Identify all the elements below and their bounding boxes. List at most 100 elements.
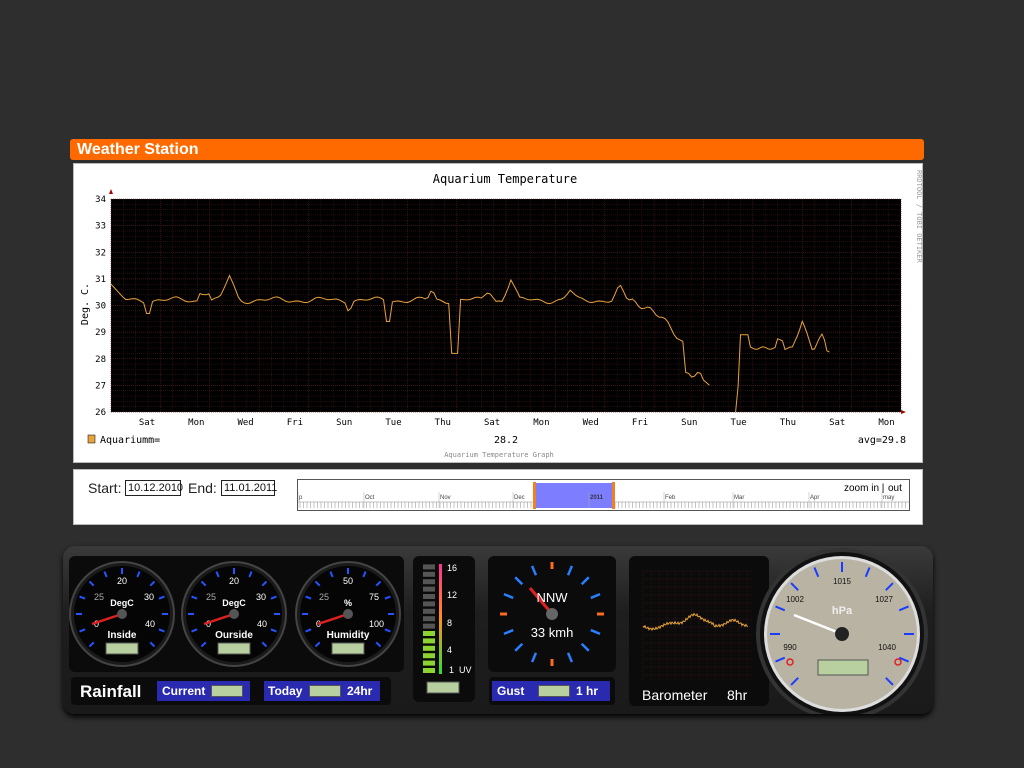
start-date-field[interactable]: 10.12.2010 [125, 480, 183, 496]
uv-segment [423, 653, 435, 659]
zoom-out-link[interactable]: out [888, 483, 902, 494]
humidity-tick-50: 50 [343, 576, 353, 586]
uv-segment [423, 601, 435, 607]
uv-segment [423, 586, 435, 592]
wind-tick [580, 576, 590, 586]
y-tick-label: 34 [95, 195, 106, 205]
inside-tick-20: 20 [117, 576, 127, 586]
end-date-field[interactable]: 11.01.2011 [221, 480, 277, 496]
uv-segment [423, 564, 435, 570]
outside-tick-20: 20 [229, 576, 239, 586]
uv-segments [423, 564, 435, 673]
y-tick-label: 33 [95, 222, 106, 232]
timeline-month-Apr: Apr [810, 495, 819, 501]
outside-gauge: 0 20 25 30 40 DegC Ourside [181, 561, 287, 667]
range-panel: Start: 10.12.2010 End: 11.01.2011 p Oct No… [73, 469, 923, 525]
wind-gauge: NNW 33 kmh [500, 562, 604, 666]
wind-tick [514, 642, 524, 652]
timeline-month-Nov: Nov [440, 495, 451, 501]
outside-lcd [217, 642, 251, 655]
rainfall-current: Current [157, 681, 250, 701]
barometer-grid [642, 570, 753, 681]
inside-tick-25: 25 [94, 592, 104, 602]
humidity-tick-75: 75 [369, 592, 379, 602]
page-title: Weather Station [70, 139, 924, 160]
uv-tick-1: 1 [449, 665, 454, 675]
zoom-in-link[interactable]: zoom in [844, 483, 879, 494]
x-tick-label: Sun [681, 418, 697, 428]
x-tick-label: Wed [583, 418, 599, 428]
timeline-handle-left[interactable] [533, 482, 536, 509]
timeline-month-p: p [299, 495, 303, 501]
barometer-period: 8hr [727, 687, 748, 703]
rainfall-period: 24hr [347, 684, 373, 698]
baro-tick-990: 990 [783, 643, 797, 652]
uv-segment [423, 608, 435, 614]
uv-tick-8: 8 [447, 618, 452, 628]
uv-segment [423, 638, 435, 644]
timeline-month-2011: 2011 [590, 495, 604, 501]
humidity-gauge: 0 50 25 75 100 % Humidity [295, 561, 401, 667]
x-tick-label: Sat [139, 418, 155, 428]
barometer-history [642, 570, 753, 681]
x-tick-label: Mon [533, 418, 549, 428]
y-tick-label: 29 [95, 328, 106, 338]
x-tick-label: Sat [484, 418, 500, 428]
wind-tick [503, 628, 514, 636]
uv-meter: 16 12 8 4 1 UV [423, 563, 472, 694]
x-tick-label: Fri [287, 418, 303, 428]
gust-box: Gust 1 hr [492, 681, 610, 701]
legend-label: Aquariumm= [100, 435, 160, 446]
x-tick-label: Tue [385, 418, 401, 428]
x-axis-arrow [901, 410, 906, 414]
legend-swatch [87, 434, 96, 444]
humidity-lcd [331, 642, 365, 655]
y-axis-label: Deg. C. [80, 283, 91, 325]
gust-label: Gust [497, 684, 525, 698]
uv-segment [423, 631, 435, 636]
start-label: Start: [88, 480, 122, 496]
uv-segment [423, 616, 435, 622]
y-tick-label: 26 [95, 408, 106, 418]
average-value: avg=29.8 [858, 435, 906, 446]
humidity-tick-25: 25 [319, 592, 329, 602]
rainfall-bar: Rainfall Current Today 24hr [71, 677, 391, 705]
y-tick-label: 30 [95, 302, 106, 312]
wind-hub [546, 608, 558, 620]
timeline-slider[interactable]: p Oct Nov Dec 2011 Feb Mar Apr may zoom in | out [297, 479, 910, 511]
outside-unit: DegC [222, 598, 246, 608]
wind-tick [530, 652, 538, 663]
uv-segment [423, 623, 435, 629]
baro-tick-1040: 1040 [878, 643, 896, 652]
x-tick-label: Sun [336, 418, 352, 428]
timeline-month-Dec: Dec [514, 495, 525, 501]
uv-tick-4: 4 [447, 645, 452, 655]
x-tick-label: Mon [878, 418, 894, 428]
x-tick-label: Tue [730, 418, 746, 428]
barometer-label: Barometer [642, 687, 708, 703]
inside-gauge: 0 20 25 30 40 DegC Inside [69, 561, 175, 667]
barometer-gauge: hPa 1015 1002 1027 990 1040 [756, 548, 928, 714]
timeline-month-may: may [883, 495, 894, 501]
outside-tick-40: 40 [257, 619, 267, 629]
temperature-chart-svg: Aquarium Temperature RRDTOOL / TOBI OETI… [80, 170, 923, 459]
wind-tick [566, 565, 574, 576]
x-ticks: Sat Mon Wed Fri Sun Tue Thu Sat Mon Wed Fri Sun Tue T… [139, 418, 895, 428]
uv-tick-12: 12 [447, 590, 457, 600]
uv-segment [423, 579, 435, 585]
baro-tick-1002: 1002 [786, 595, 804, 604]
wind-tick [503, 592, 514, 600]
temperature-graph: Aquarium Temperature RRDTOOL / TOBI OETI… [73, 163, 923, 463]
x-tick-label: Mon [188, 418, 204, 428]
rainfall-current-lcd [211, 685, 243, 697]
timeline-month-Mar: Mar [734, 495, 744, 501]
uv-segment [423, 660, 435, 666]
inside-unit: DegC [110, 598, 134, 608]
baro-tick-1015: 1015 [833, 577, 851, 586]
barometer-unit: hPa [832, 605, 853, 617]
outside-tick-25: 25 [206, 592, 216, 602]
timeline-handle-right[interactable] [612, 482, 615, 509]
gust-bar: Gust 1 hr [489, 677, 615, 705]
end-label: End: [188, 480, 217, 496]
gust-period: 1 hr [576, 684, 599, 698]
